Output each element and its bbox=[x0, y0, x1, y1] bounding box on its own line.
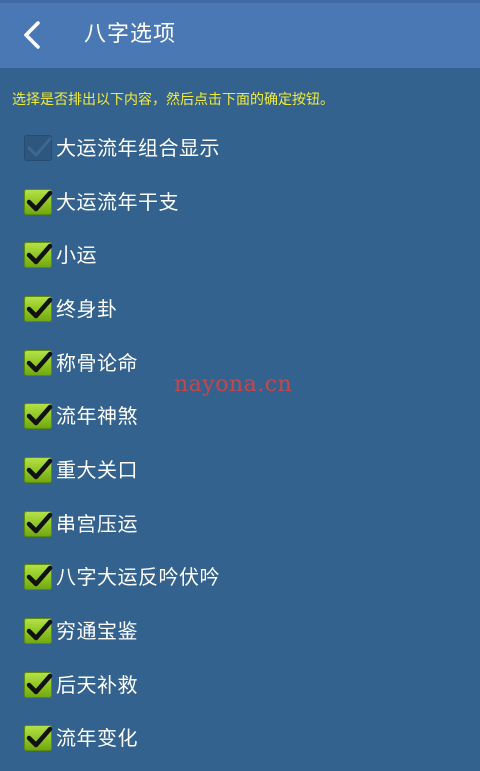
option-row[interactable]: 后天补救 bbox=[0, 658, 480, 712]
instruction-text: 选择是否排出以下内容，然后点击下面的确定按钮。 bbox=[12, 92, 334, 108]
back-button[interactable] bbox=[14, 17, 50, 53]
option-row[interactable]: 重大关口 bbox=[0, 443, 480, 497]
top-app-bar: 八字选项 bbox=[0, 0, 480, 68]
option-label: 后天补救 bbox=[56, 672, 138, 697]
checkmark-icon bbox=[26, 243, 53, 265]
option-row[interactable]: 流年变化 bbox=[0, 712, 480, 766]
option-checkbox[interactable] bbox=[24, 348, 54, 378]
option-row[interactable]: 八字大运反吟伏吟 bbox=[0, 551, 480, 605]
checkmark-icon bbox=[26, 619, 53, 641]
checkmark-icon bbox=[26, 458, 53, 480]
option-row[interactable]: 终身卦 bbox=[0, 282, 480, 336]
checkmark-icon bbox=[26, 673, 53, 694]
option-label: 大运流年组合显示 bbox=[56, 135, 220, 160]
option-label: 八字大运反吟伏吟 bbox=[56, 565, 220, 590]
option-label: 小运 bbox=[56, 243, 97, 268]
option-row[interactable]: 串宫压运 bbox=[0, 497, 480, 551]
option-checkbox[interactable] bbox=[24, 455, 54, 485]
checkmark-icon bbox=[26, 566, 53, 587]
checkmark-icon bbox=[26, 351, 53, 372]
checkmark-icon bbox=[26, 512, 53, 533]
page-title: 八字选项 bbox=[84, 22, 177, 47]
option-label: 称骨论命 bbox=[56, 350, 138, 375]
option-label: 流年变化 bbox=[56, 726, 138, 751]
option-label: 穷通宝鉴 bbox=[56, 619, 138, 644]
option-label: 大运流年干支 bbox=[56, 189, 179, 214]
option-row[interactable]: 大运流年干支 bbox=[0, 175, 480, 229]
option-checkbox[interactable] bbox=[24, 509, 54, 539]
option-row[interactable]: 流年神煞 bbox=[0, 389, 480, 443]
option-row: 大运流年组合显示 bbox=[0, 121, 480, 175]
checkmark-icon bbox=[26, 727, 53, 748]
checkmark-icon bbox=[27, 137, 52, 157]
option-checkbox[interactable] bbox=[24, 187, 54, 217]
option-checkbox[interactable] bbox=[24, 562, 54, 592]
chevron-left-icon bbox=[24, 21, 40, 49]
watermark: nayona.cn bbox=[174, 372, 293, 397]
option-checkbox[interactable] bbox=[24, 670, 54, 700]
option-row[interactable]: 小运 bbox=[0, 228, 480, 282]
checkmark-icon bbox=[26, 297, 53, 319]
option-checkbox[interactable] bbox=[24, 723, 54, 753]
option-label: 终身卦 bbox=[56, 296, 118, 321]
option-checkbox[interactable] bbox=[24, 616, 54, 646]
option-checkbox[interactable] bbox=[24, 240, 54, 270]
option-checkbox[interactable] bbox=[24, 401, 54, 431]
option-label: 重大关口 bbox=[56, 457, 138, 482]
option-checkbox[interactable] bbox=[24, 294, 54, 324]
options-list: 大运流年组合显示 大运流年干支 小运终身卦称骨论命流年神煞重大关口串宫压运八字大运反… bbox=[0, 121, 480, 765]
option-label: 流年神煞 bbox=[56, 404, 138, 429]
checkmark-icon bbox=[26, 405, 53, 426]
option-label: 串宫压运 bbox=[56, 511, 138, 536]
option-row[interactable]: 穷通宝鉴 bbox=[0, 604, 480, 658]
checkmark-icon bbox=[26, 190, 53, 211]
option-checkbox bbox=[24, 133, 54, 163]
